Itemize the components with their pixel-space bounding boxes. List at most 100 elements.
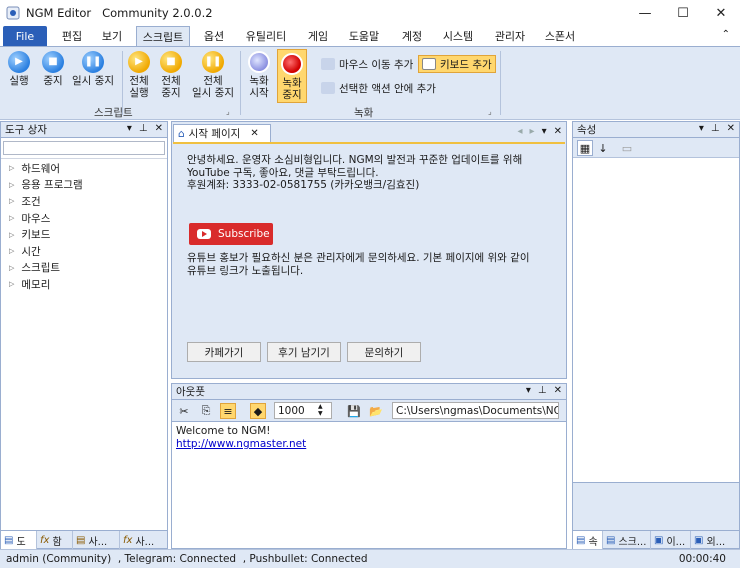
website-link[interactable]: http://www.ngmaster.net [176,438,562,451]
scroll-right-icon[interactable]: ▸ [530,126,535,137]
expand-icon[interactable]: ▷ [9,181,14,189]
tab-properties[interactable]: ▤ 속 [573,531,603,549]
pin-icon[interactable]: ⊥ [139,123,148,134]
toolbox-header: 도구 상자 ▾ ⊥ ✕ [1,122,167,138]
tab-account[interactable]: 계정 [394,26,430,46]
categorized-icon[interactable]: ▦ [577,140,593,156]
tab-image[interactable]: ▣ 이... [651,531,691,549]
close-button[interactable]: ✕ [702,0,740,26]
run-button[interactable]: ▶ 실행 [8,51,30,87]
tree-item-keyboard[interactable]: ▷ 키보드 [1,226,167,243]
add-mouse-move-button[interactable]: 마우스 이동 추가 [318,55,416,73]
script-group-launcher-icon[interactable]: ⌟ [226,107,230,116]
property-pages-icon[interactable]: ▭ [619,140,635,156]
pause-all-icon: ❚❚ [201,51,224,73]
expand-icon[interactable]: ▷ [9,264,14,272]
tab-script[interactable]: 스크립트 [136,26,190,47]
stop-icon: ■ [42,51,64,73]
tab-label: 사... [88,536,108,548]
broom-icon[interactable]: ✂ [176,403,192,419]
close-tab-icon[interactable]: ✕ [250,128,258,139]
tab-edit[interactable]: 편집 [54,26,90,46]
close-icon[interactable]: ✕ [155,123,163,134]
stop-button[interactable]: ■ 중지 [42,51,64,87]
sort-alpha-icon[interactable]: ↓ [595,140,611,156]
tab-user[interactable]: ▤ 사... [73,531,120,549]
close-icon[interactable]: ✕ [727,123,735,134]
tab-options[interactable]: 옵션 [196,26,232,46]
minimize-button[interactable]: — [626,0,664,26]
document-controls: ◂ ▸ ▾ ✕ [518,126,562,137]
close-icon[interactable]: ✕ [554,385,562,396]
scroll-left-icon[interactable]: ◂ [518,126,523,137]
tree-item-label: 하드웨어 [21,162,61,175]
record-stop-button[interactable]: 녹화 중지 [277,49,307,103]
pause-icon: ❚❚ [81,51,104,73]
save-icon[interactable]: 💾 [346,403,362,419]
inquiry-button[interactable]: 문의하기 [347,342,421,362]
pin-icon[interactable]: ⊥ [711,123,720,134]
tab-system[interactable]: 시스템 [436,26,480,46]
property-description [573,482,739,530]
tree-item-mouse[interactable]: ▷ 마우스 [1,210,167,227]
tab-sponsor[interactable]: 스폰서 [538,26,582,46]
toolbox-search-input[interactable] [3,141,165,155]
tab-external[interactable]: ▣ 외... [691,531,737,549]
expand-icon[interactable]: ▷ [9,280,14,288]
all-stop-button[interactable]: ■ 전체 중지 [160,51,182,99]
tab-script-list[interactable]: ▤ 스크... [603,531,651,549]
expand-icon[interactable]: ▷ [9,197,14,205]
function-icon: fx [123,534,133,546]
tree-item-application[interactable]: ▷ 응용 프로그램 [1,177,167,194]
tab-toolbox[interactable]: ▤ 도 [1,531,37,549]
record-group-launcher-icon[interactable]: ⌟ [488,107,492,116]
close-document-icon[interactable]: ✕ [554,126,562,137]
dropdown-icon[interactable]: ▾ [127,123,132,134]
tab-admin[interactable]: 관리자 [488,26,532,46]
collapse-ribbon-icon[interactable]: ⌃ [722,29,730,40]
add-keyboard-button[interactable]: 키보드 추가 [418,55,496,73]
subscribe-button[interactable]: Subscribe [189,223,273,245]
tab-help[interactable]: 도움말 [342,26,386,46]
expand-icon[interactable]: ▷ [9,214,14,222]
cafe-button[interactable]: 카페가기 [187,342,261,362]
tree-item-time[interactable]: ▷ 시간 [1,243,167,260]
tab-start-page[interactable]: ⌂ 시작 페이지 ✕ [173,124,271,142]
tree-item-memory[interactable]: ▷ 메모리 [1,276,167,293]
max-lines-input[interactable]: 1000 [274,402,332,419]
tab-list-icon[interactable]: ▾ [542,126,547,137]
tree-item-condition[interactable]: ▷ 조건 [1,193,167,210]
output-path-field[interactable]: C:\Users\ngmas\Documents\NGM5\ [392,402,559,419]
folder-icon[interactable]: 📂 [368,403,384,419]
add-mouse-move-label: 마우스 이동 추가 [339,58,414,71]
tab-label: 속 [588,536,598,548]
tab-game[interactable]: 게임 [300,26,336,46]
expand-icon[interactable]: ▷ [9,164,14,172]
all-pause-button[interactable]: ❚❚ 전체 일시 중지 [192,51,234,99]
tab-view[interactable]: 보기 [94,26,130,46]
pause-button[interactable]: ❚❚ 일시 중지 [72,51,114,87]
review-button[interactable]: 후기 남기기 [267,342,341,362]
tree-item-label: 응용 프로그램 [21,179,83,192]
word-wrap-icon[interactable]: ≡ [220,403,236,419]
eraser-icon[interactable]: ◆ [250,403,266,419]
tree-item-hardware[interactable]: ▷ 하드웨어 [1,160,167,177]
pin-icon[interactable]: ⊥ [538,385,547,396]
tree-item-label: 조건 [21,195,41,208]
all-run-button[interactable]: ▶ 전체 실행 [128,51,150,99]
tab-file[interactable]: File [3,26,47,46]
record-start-button[interactable]: 녹화 시작 [248,51,270,99]
add-in-selected-button[interactable]: 선택한 액션 안에 추가 [318,79,439,97]
copy-icon[interactable]: ⎘ [198,403,214,419]
tab-utility[interactable]: 유틸리티 [240,26,292,46]
tab-functions[interactable]: fx 함 [37,531,73,549]
function-icon: fx [40,534,50,546]
dropdown-icon[interactable]: ▾ [699,123,704,134]
dropdown-icon[interactable]: ▾ [526,385,531,396]
expand-icon[interactable]: ▷ [9,231,14,239]
stepper-icon[interactable]: ▲ ▼ [318,403,323,417]
tree-item-script[interactable]: ▷ 스크립트 [1,260,167,277]
maximize-button[interactable]: ☐ [664,0,702,26]
expand-icon[interactable]: ▷ [9,247,14,255]
tab-user-functions[interactable]: fx 사... [120,531,167,549]
